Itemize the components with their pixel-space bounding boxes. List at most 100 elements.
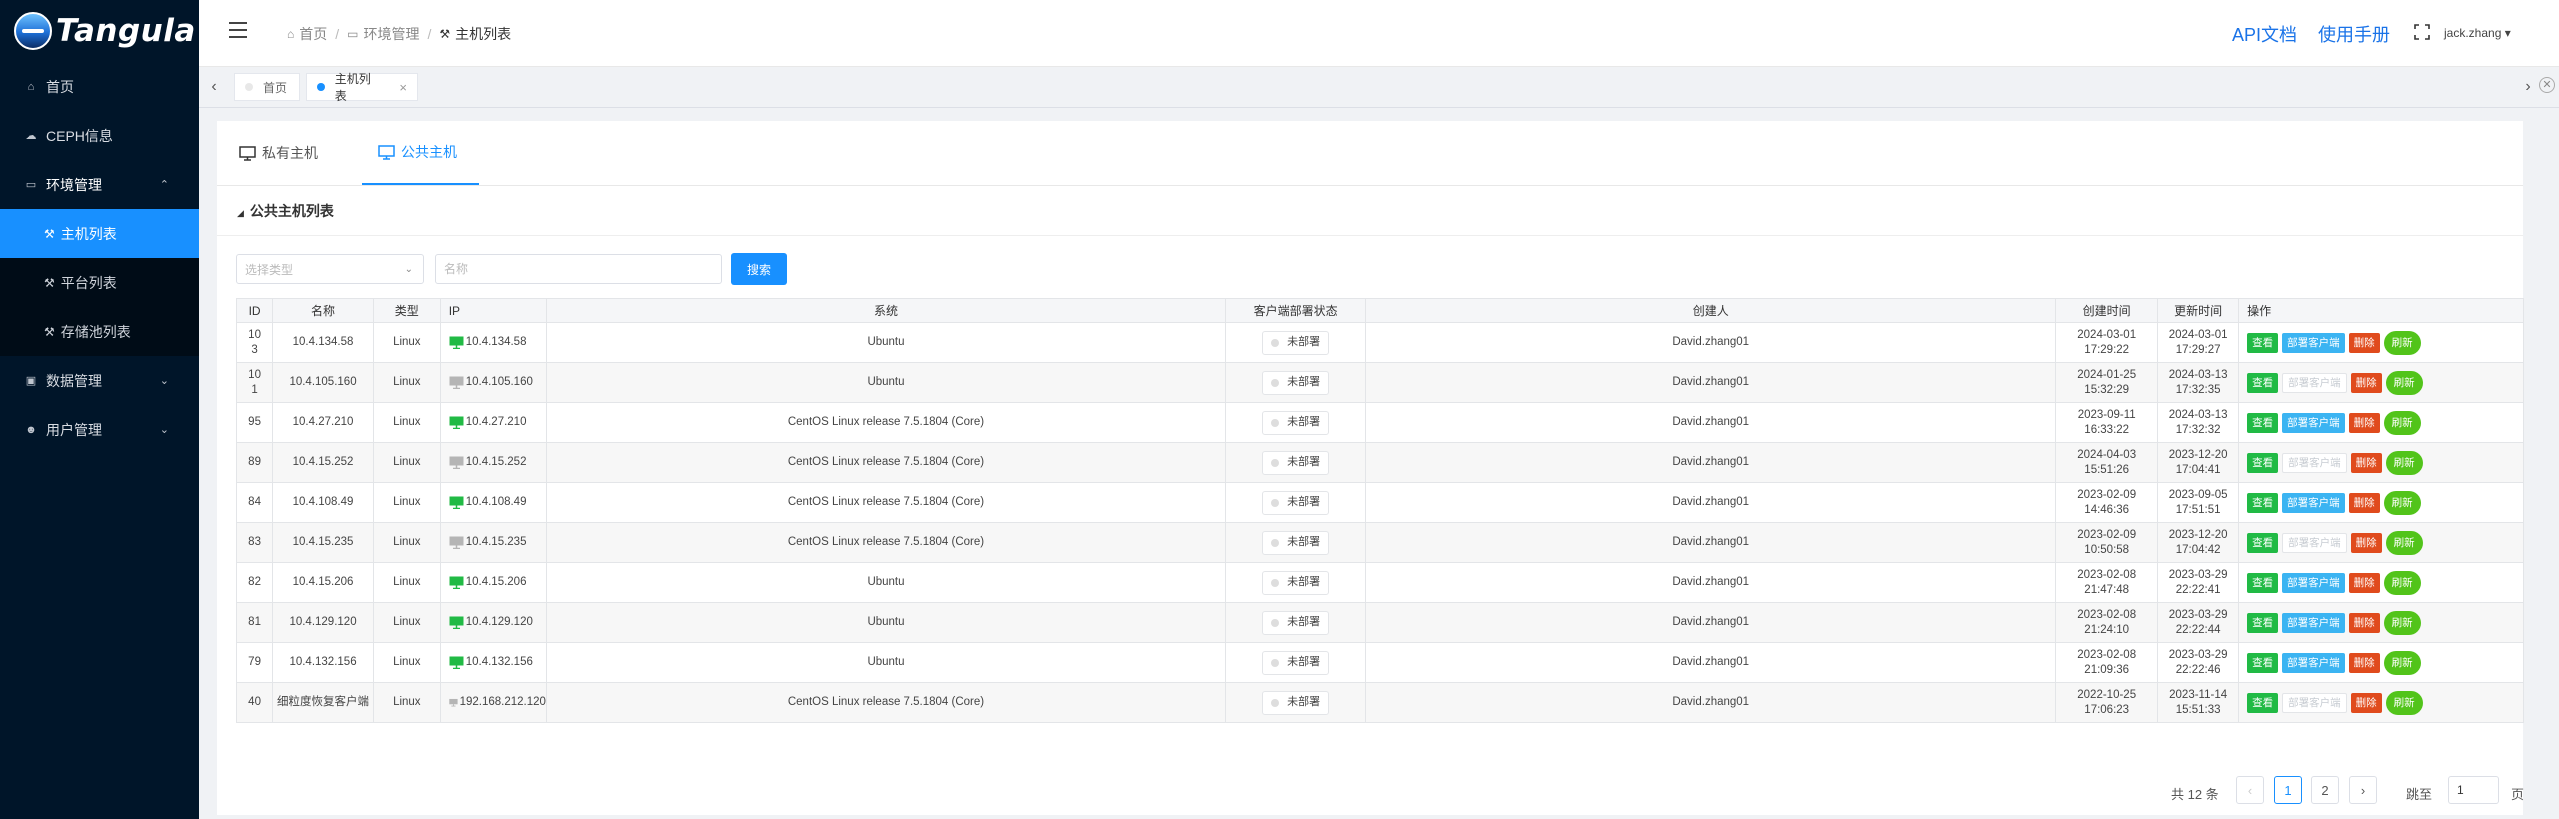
view-button[interactable]: 查看 (2247, 332, 2279, 353)
view-button[interactable]: 查看 (2247, 532, 2279, 553)
refresh-button[interactable]: 刷新 (2383, 610, 2421, 635)
view-button[interactable]: 查看 (2247, 372, 2279, 393)
page-button-2[interactable]: 2 (2311, 776, 2339, 804)
view-button[interactable]: 查看 (2247, 612, 2279, 633)
jump-page-input[interactable] (2448, 776, 2499, 804)
deploy-client-button[interactable]: 部署客户端 (2282, 652, 2345, 673)
delete-button[interactable]: 删除 (2348, 572, 2380, 593)
hamburger-menu-icon[interactable] (229, 22, 247, 38)
sidebar-item-user[interactable]: ☻ 用户管理 ⌄ (0, 405, 199, 454)
deploy-client-button[interactable]: 部署客户端 (2282, 572, 2345, 593)
deploy-client-button[interactable]: 部署客户端 (2282, 492, 2345, 513)
close-all-tabs-icon[interactable]: ✕ (2539, 77, 2555, 93)
delete-button[interactable]: 删除 (2350, 532, 2382, 553)
sidebar-item-platform-list[interactable]: ⚒ 平台列表 (0, 258, 199, 307)
deploy-status-badge[interactable]: 未部署 (1262, 370, 1330, 395)
deploy-client-button[interactable]: 部署客户端 (2282, 452, 2347, 473)
delete-button[interactable]: 删除 (2348, 492, 2380, 513)
refresh-button[interactable]: 刷新 (2385, 450, 2423, 475)
tabs-scroll-right-icon[interactable]: › (2519, 67, 2537, 107)
refresh-button[interactable]: 刷新 (2383, 650, 2421, 675)
col-header-deploy-status[interactable]: 客户端部署状态 (1225, 298, 1367, 323)
sidebar-item-home[interactable]: ⌂ 首页 (0, 62, 199, 111)
sidebar-item-monitor[interactable]: ▭ 环境管理 ⌃ (0, 160, 199, 209)
next-page-button[interactable]: › (2349, 776, 2377, 804)
breadcrumb-env[interactable]: 环境管理 (363, 24, 419, 44)
breadcrumb-home[interactable]: 首页 (299, 24, 327, 44)
view-button[interactable]: 查看 (2247, 652, 2279, 673)
ip-wrap: 10.4.129.120 (449, 615, 546, 630)
refresh-button[interactable]: 刷新 (2383, 570, 2421, 595)
page-button-1[interactable]: 1 (2274, 776, 2302, 804)
tab-public-host[interactable]: 公共主机 (362, 121, 479, 185)
type-select[interactable]: 选择类型 ⌄ (236, 254, 424, 284)
col-header-id[interactable]: ID (235, 298, 274, 323)
monitor-icon (239, 145, 256, 161)
delete-button[interactable]: 删除 (2350, 452, 2382, 473)
deploy-status-badge[interactable]: 未部署 (1262, 450, 1330, 475)
view-button[interactable]: 查看 (2247, 572, 2279, 593)
manual-link[interactable]: 使用手册 (2318, 21, 2390, 47)
page-tab-host-list[interactable]: 主机列表 × (306, 72, 418, 103)
refresh-button[interactable]: 刷新 (2383, 330, 2421, 355)
delete-button[interactable]: 删除 (2348, 412, 2380, 433)
sidebar-item-cloud[interactable]: ☁ CEPH信息 (0, 111, 199, 160)
deploy-client-button[interactable]: 部署客户端 (2282, 412, 2345, 433)
status-text: 未部署 (1287, 576, 1321, 588)
view-button[interactable]: 查看 (2247, 692, 2279, 713)
col-header-type[interactable]: 类型 (372, 298, 441, 323)
col-header-creator[interactable]: 创建人 (1365, 298, 2057, 323)
col-header-created[interactable]: 创建时间 (2055, 298, 2159, 323)
delete-button[interactable]: 删除 (2350, 692, 2382, 713)
view-button[interactable]: 查看 (2247, 412, 2279, 433)
refresh-button[interactable]: 刷新 (2383, 410, 2421, 435)
tab-private-host[interactable]: 私有主机 (239, 121, 318, 185)
deploy-client-button[interactable]: 部署客户端 (2282, 692, 2347, 713)
refresh-button[interactable]: 刷新 (2385, 370, 2423, 395)
deploy-status-badge[interactable]: 未部署 (1262, 530, 1330, 555)
logo[interactable]: Tangula (0, 0, 199, 62)
name-search-input[interactable] (435, 254, 722, 284)
col-header-os[interactable]: 系统 (545, 298, 1227, 323)
col-header-updated[interactable]: 更新时间 (2157, 298, 2240, 323)
refresh-button[interactable]: 刷新 (2385, 530, 2423, 555)
sidebar-item-lock[interactable]: ▣ 数据管理 ⌄ (0, 356, 199, 405)
col-header-name[interactable]: 名称 (272, 298, 374, 323)
delete-button[interactable]: 删除 (2348, 652, 2380, 673)
refresh-button[interactable]: 刷新 (2383, 490, 2421, 515)
section-title-text: 公共主机列表 (249, 203, 334, 219)
page-tab-home[interactable]: 首页 (234, 73, 300, 101)
api-docs-link[interactable]: API文档 (2232, 21, 2297, 47)
deploy-status-badge[interactable]: 未部署 (1262, 690, 1330, 715)
view-button[interactable]: 查看 (2247, 492, 2279, 513)
deploy-status-badge[interactable]: 未部署 (1262, 330, 1330, 355)
delete-button[interactable]: 删除 (2350, 372, 2382, 393)
tabs-scroll-left-icon[interactable]: ‹ (205, 67, 223, 107)
cell-actions: 查看 部署客户端 删除 刷新 (2238, 362, 2524, 403)
deploy-status-badge[interactable]: 未部署 (1262, 410, 1330, 435)
host-type-tabs: 私有主机 公共主机 (217, 121, 2523, 186)
deploy-status-badge[interactable]: 未部署 (1262, 610, 1330, 635)
close-icon[interactable]: × (399, 80, 407, 95)
sidebar-item-pool-list[interactable]: ⚒ 存储池列表 (0, 307, 199, 356)
col-header-ip[interactable]: IP (439, 298, 547, 323)
delete-button[interactable]: 删除 (2348, 612, 2380, 633)
prev-page-button[interactable]: ‹ (2236, 776, 2264, 804)
deploy-client-button[interactable]: 部署客户端 (2282, 372, 2347, 393)
deploy-client-button[interactable]: 部署客户端 (2282, 532, 2347, 553)
deploy-status-badge[interactable]: 未部署 (1262, 570, 1330, 595)
deploy-status-badge[interactable]: 未部署 (1262, 650, 1330, 675)
fullscreen-icon[interactable] (2414, 24, 2430, 40)
caret-icon[interactable]: ◢ (237, 208, 244, 218)
deploy-client-button[interactable]: 部署客户端 (2282, 612, 2345, 633)
ip-text: 10.4.105.160 (465, 376, 533, 388)
deploy-client-button[interactable]: 部署客户端 (2282, 332, 2345, 353)
status-dot-icon (1271, 538, 1280, 547)
deploy-status-badge[interactable]: 未部署 (1262, 490, 1330, 515)
search-button[interactable]: 搜索 (731, 253, 787, 285)
delete-button[interactable]: 删除 (2348, 332, 2380, 353)
view-button[interactable]: 查看 (2247, 452, 2279, 473)
sidebar-item-host-list[interactable]: ⚒ 主机列表 (0, 209, 199, 258)
user-menu[interactable]: jack.zhang ▾ (2444, 26, 2511, 40)
refresh-button[interactable]: 刷新 (2385, 690, 2423, 715)
